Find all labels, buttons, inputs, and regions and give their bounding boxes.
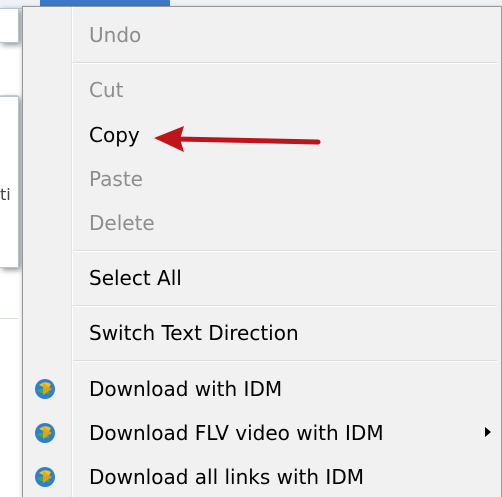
menu-separator <box>73 250 497 252</box>
menu-item-select-all[interactable]: Select All <box>23 258 499 298</box>
idm-icon <box>33 377 57 401</box>
menu-item-download-all-links-with-idm[interactable]: Download all links with IDM <box>23 457 499 497</box>
menu-item-undo[interactable]: Undo <box>23 15 499 55</box>
menu-separator <box>73 62 497 64</box>
menu-item-paste[interactable]: Paste <box>23 159 499 199</box>
menu-item-label: Copy <box>89 123 140 147</box>
menu-item-download-with-idm[interactable]: Download with IDM <box>23 369 499 409</box>
menu-item-switch-text-direction[interactable]: Switch Text Direction <box>23 313 499 353</box>
menu-item-label: Delete <box>89 211 155 235</box>
menu-item-cut[interactable]: Cut <box>23 70 499 110</box>
menu-item-label: Download all links with IDM <box>89 465 364 489</box>
menu-item-label: Download with IDM <box>89 377 283 401</box>
menu-separator <box>73 360 497 362</box>
submenu-arrow-icon <box>485 427 491 437</box>
idm-icon <box>33 465 57 489</box>
menu-item-label: Select All <box>89 266 182 290</box>
red-arrow-annotation <box>154 126 321 152</box>
context-menu: Undo Cut Copy Paste Delete Select All Sw… <box>22 6 502 497</box>
menu-item-label: Paste <box>89 167 143 191</box>
menu-item-label: Switch Text Direction <box>89 321 299 345</box>
menu-separator <box>73 305 497 307</box>
background-panel <box>0 96 19 268</box>
menu-item-download-flv-video-with-idm[interactable]: Download FLV video with IDM <box>23 413 499 453</box>
menu-item-label: Undo <box>89 23 142 47</box>
menu-item-label: Cut <box>89 78 124 102</box>
background-partial-text: ti <box>0 185 11 204</box>
menu-item-delete[interactable]: Delete <box>23 203 499 243</box>
idm-icon <box>33 421 57 445</box>
menu-item-label: Download FLV video with IDM <box>89 421 384 445</box>
background-divider <box>0 318 18 319</box>
background-panel-top <box>0 8 19 43</box>
